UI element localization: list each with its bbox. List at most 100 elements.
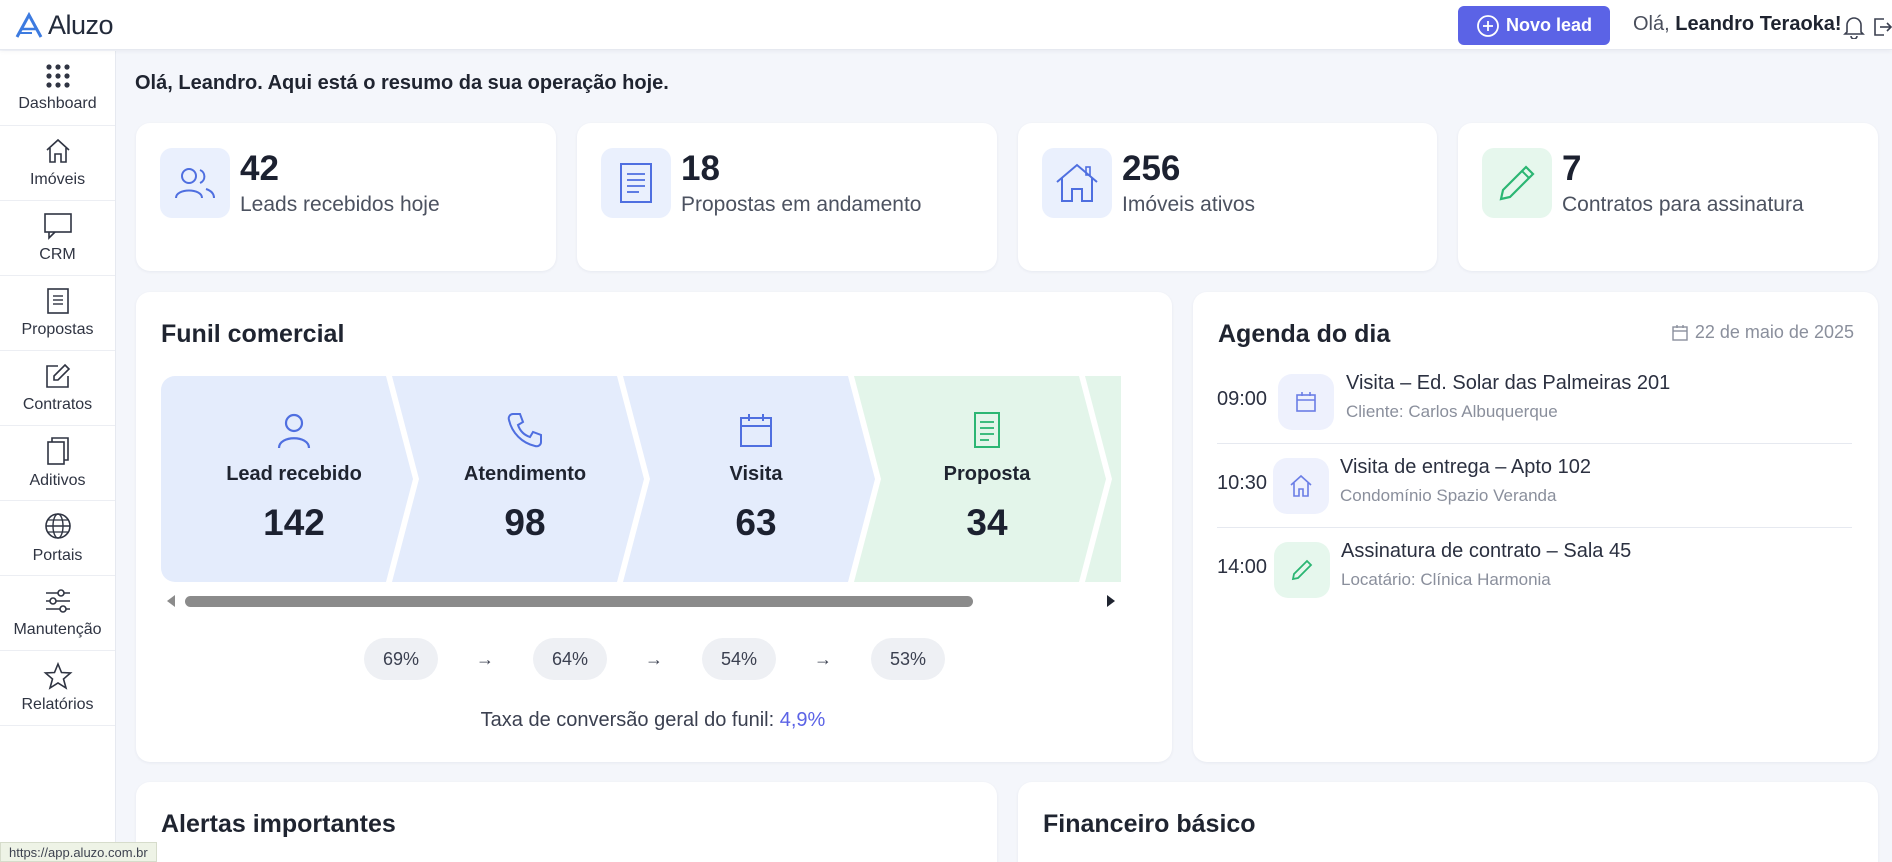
sidebar-item-crm[interactable]: CRM — [0, 201, 115, 276]
greeting-prefix: Olá, — [1633, 13, 1670, 35]
funnel-stage-name: Visita — [729, 463, 783, 485]
stat-icon-box — [1482, 148, 1552, 218]
funnel-scrollbar[interactable] — [161, 592, 1121, 610]
calendar-icon — [1296, 392, 1316, 412]
scroll-left-arrow-icon[interactable] — [165, 594, 177, 608]
sidebar-item-label: Portais — [32, 547, 83, 564]
agenda-item-title: Visita de entrega – Apto 102 — [1340, 456, 1591, 478]
stat-card-proposals[interactable]: 18 Propostas em andamento — [577, 123, 997, 271]
agenda-date[interactable]: 22 de maio de 2025 — [1671, 322, 1854, 343]
funnel-stage-proposta[interactable]: Proposta 34 — [854, 376, 1109, 582]
agenda-item[interactable]: 14:00 Assinatura de contrato – Sala 45 L… — [1217, 528, 1852, 612]
brand-name: Aluzo — [48, 10, 114, 40]
document-icon — [46, 288, 69, 314]
agenda-time: 09:00 — [1217, 388, 1268, 410]
finance-title: Financeiro básico — [1043, 810, 1256, 838]
sidebar-item-dashboard[interactable]: Dashboard — [0, 51, 115, 126]
conversion-label: Taxa de conversão geral do funil: — [480, 709, 775, 731]
home-icon — [45, 138, 70, 163]
overall-conversion: Taxa de conversão geral do funil: 4,9% — [136, 709, 1170, 732]
home-icon — [1290, 474, 1312, 497]
stat-value: 256 — [1122, 149, 1181, 188]
stat-icon-box — [601, 148, 671, 218]
finance-card: Financeiro básico — [1018, 782, 1878, 862]
agenda-item-title: Visita – Ed. Solar das Palmeiras 201 — [1346, 372, 1671, 394]
stat-value: 18 — [681, 149, 720, 188]
pen-icon — [1499, 165, 1535, 201]
scrollbar-thumb[interactable] — [185, 596, 973, 607]
copy-icon — [46, 437, 69, 465]
welcome-message: Olá, Leandro. Aqui está o resumo da sua … — [135, 72, 669, 94]
stat-icon-box — [160, 148, 230, 218]
stat-value: 42 — [240, 149, 279, 188]
chat-icon — [43, 213, 72, 240]
sidebar-item-label: CRM — [39, 246, 76, 263]
sidebar-item-propostas[interactable]: Propostas — [0, 276, 115, 351]
sidebar-item-aditivos[interactable]: Aditivos — [0, 426, 115, 501]
agenda-title: Agenda do dia — [1218, 320, 1391, 348]
grid-icon — [45, 64, 70, 88]
sidebar-item-manutencao[interactable]: Manutenção — [0, 576, 115, 651]
conversion-rates: 69% → 64% → 54% → 53% — [136, 638, 1170, 682]
stat-card-leads[interactable]: 42 Leads recebidos hoje — [136, 123, 556, 271]
agenda-time: 14:00 — [1217, 556, 1268, 578]
stat-card-contracts[interactable]: 7 Contratos para assinatura — [1458, 123, 1878, 271]
funnel-card: Funil comercial Lead recebido 142 Atendi… — [136, 292, 1172, 762]
sidebar: Dashboard Imóveis CRM Propostas Contrato… — [0, 51, 116, 862]
sidebar-item-label: Imóveis — [29, 171, 86, 188]
star-icon — [42, 662, 73, 690]
funnel-stage-value: 98 — [504, 502, 546, 543]
funnel-stage-atendimento[interactable]: Atendimento 98 — [392, 376, 647, 582]
user-icon — [277, 413, 311, 449]
stat-label: Contratos para assinatura — [1562, 193, 1804, 216]
phone-icon — [507, 413, 542, 448]
agenda-icon-box — [1274, 542, 1330, 598]
funnel-stage-name: Lead recebido — [226, 463, 362, 485]
new-lead-label: Novo lead — [1505, 15, 1593, 35]
calendar-icon — [1672, 324, 1688, 341]
users-icon — [175, 168, 215, 199]
document-icon — [620, 163, 652, 203]
agenda-date-text: 22 de maio de 2025 — [1694, 322, 1854, 342]
globe-icon — [44, 513, 71, 539]
logo[interactable]: Aluzo — [14, 10, 114, 41]
scroll-right-arrow-icon[interactable] — [1105, 594, 1117, 608]
stat-label: Imóveis ativos — [1122, 193, 1256, 216]
arrow-right-icon: → — [814, 649, 832, 669]
funnel-stage-visita[interactable]: Visita 63 — [623, 376, 878, 582]
stat-label: Leads recebidos hoje — [240, 193, 440, 216]
user-greeting: Olá, Leandro Teraoka! — [1633, 13, 1842, 36]
funnel-stage-value: 142 — [263, 502, 325, 543]
stat-label: Propostas em andamento — [681, 193, 922, 216]
agenda-item-subtitle: Condomínio Spazio Veranda — [1340, 486, 1557, 505]
agenda-item[interactable]: 10:30 Visita de entrega – Apto 102 Condo… — [1217, 444, 1852, 528]
stat-card-properties[interactable]: 256 Imóveis ativos — [1018, 123, 1437, 271]
funnel-stage-lead[interactable]: Lead recebido 142 — [161, 376, 416, 582]
sidebar-item-label: Contratos — [22, 396, 93, 413]
agenda-card: Agenda do dia 22 de maio de 2025 09:00 V… — [1193, 292, 1878, 762]
sliders-icon — [45, 589, 70, 613]
agenda-time: 10:30 — [1217, 472, 1268, 494]
rate-pill: 69% — [364, 638, 438, 680]
agenda-item[interactable]: 09:00 Visita – Ed. Solar das Palmeiras 2… — [1217, 360, 1852, 444]
funnel-stage-name: Proposta — [943, 463, 1031, 485]
sidebar-item-imoveis[interactable]: Imóveis — [0, 126, 115, 201]
new-lead-button[interactable]: Novo lead — [1458, 6, 1610, 45]
agenda-item-subtitle: Cliente: Carlos Albuquerque — [1346, 402, 1558, 421]
logout-icon[interactable] — [1872, 15, 1892, 39]
sidebar-item-relatorios[interactable]: Relatórios — [0, 651, 115, 726]
sidebar-item-portais[interactable]: Portais — [0, 501, 115, 576]
funnel-stage-value: 63 — [735, 502, 777, 543]
funnel-title: Funil comercial — [161, 320, 345, 348]
agenda-item-title: Assinatura de contrato – Sala 45 — [1341, 540, 1632, 562]
agenda-icon-box — [1273, 458, 1329, 514]
rate-pill: 53% — [871, 638, 945, 680]
sidebar-item-contratos[interactable]: Contratos — [0, 351, 115, 426]
funnel-stage-value: 34 — [966, 502, 1008, 543]
funnel-stage-next[interactable] — [1085, 376, 1121, 582]
alerts-card: Alertas importantes — [136, 782, 997, 862]
agenda-icon-box — [1278, 374, 1334, 430]
stat-value: 7 — [1562, 149, 1582, 188]
bell-icon[interactable] — [1843, 15, 1865, 39]
funnel-stages[interactable]: Lead recebido 142 Atendimento 98 Visita … — [161, 376, 1121, 582]
